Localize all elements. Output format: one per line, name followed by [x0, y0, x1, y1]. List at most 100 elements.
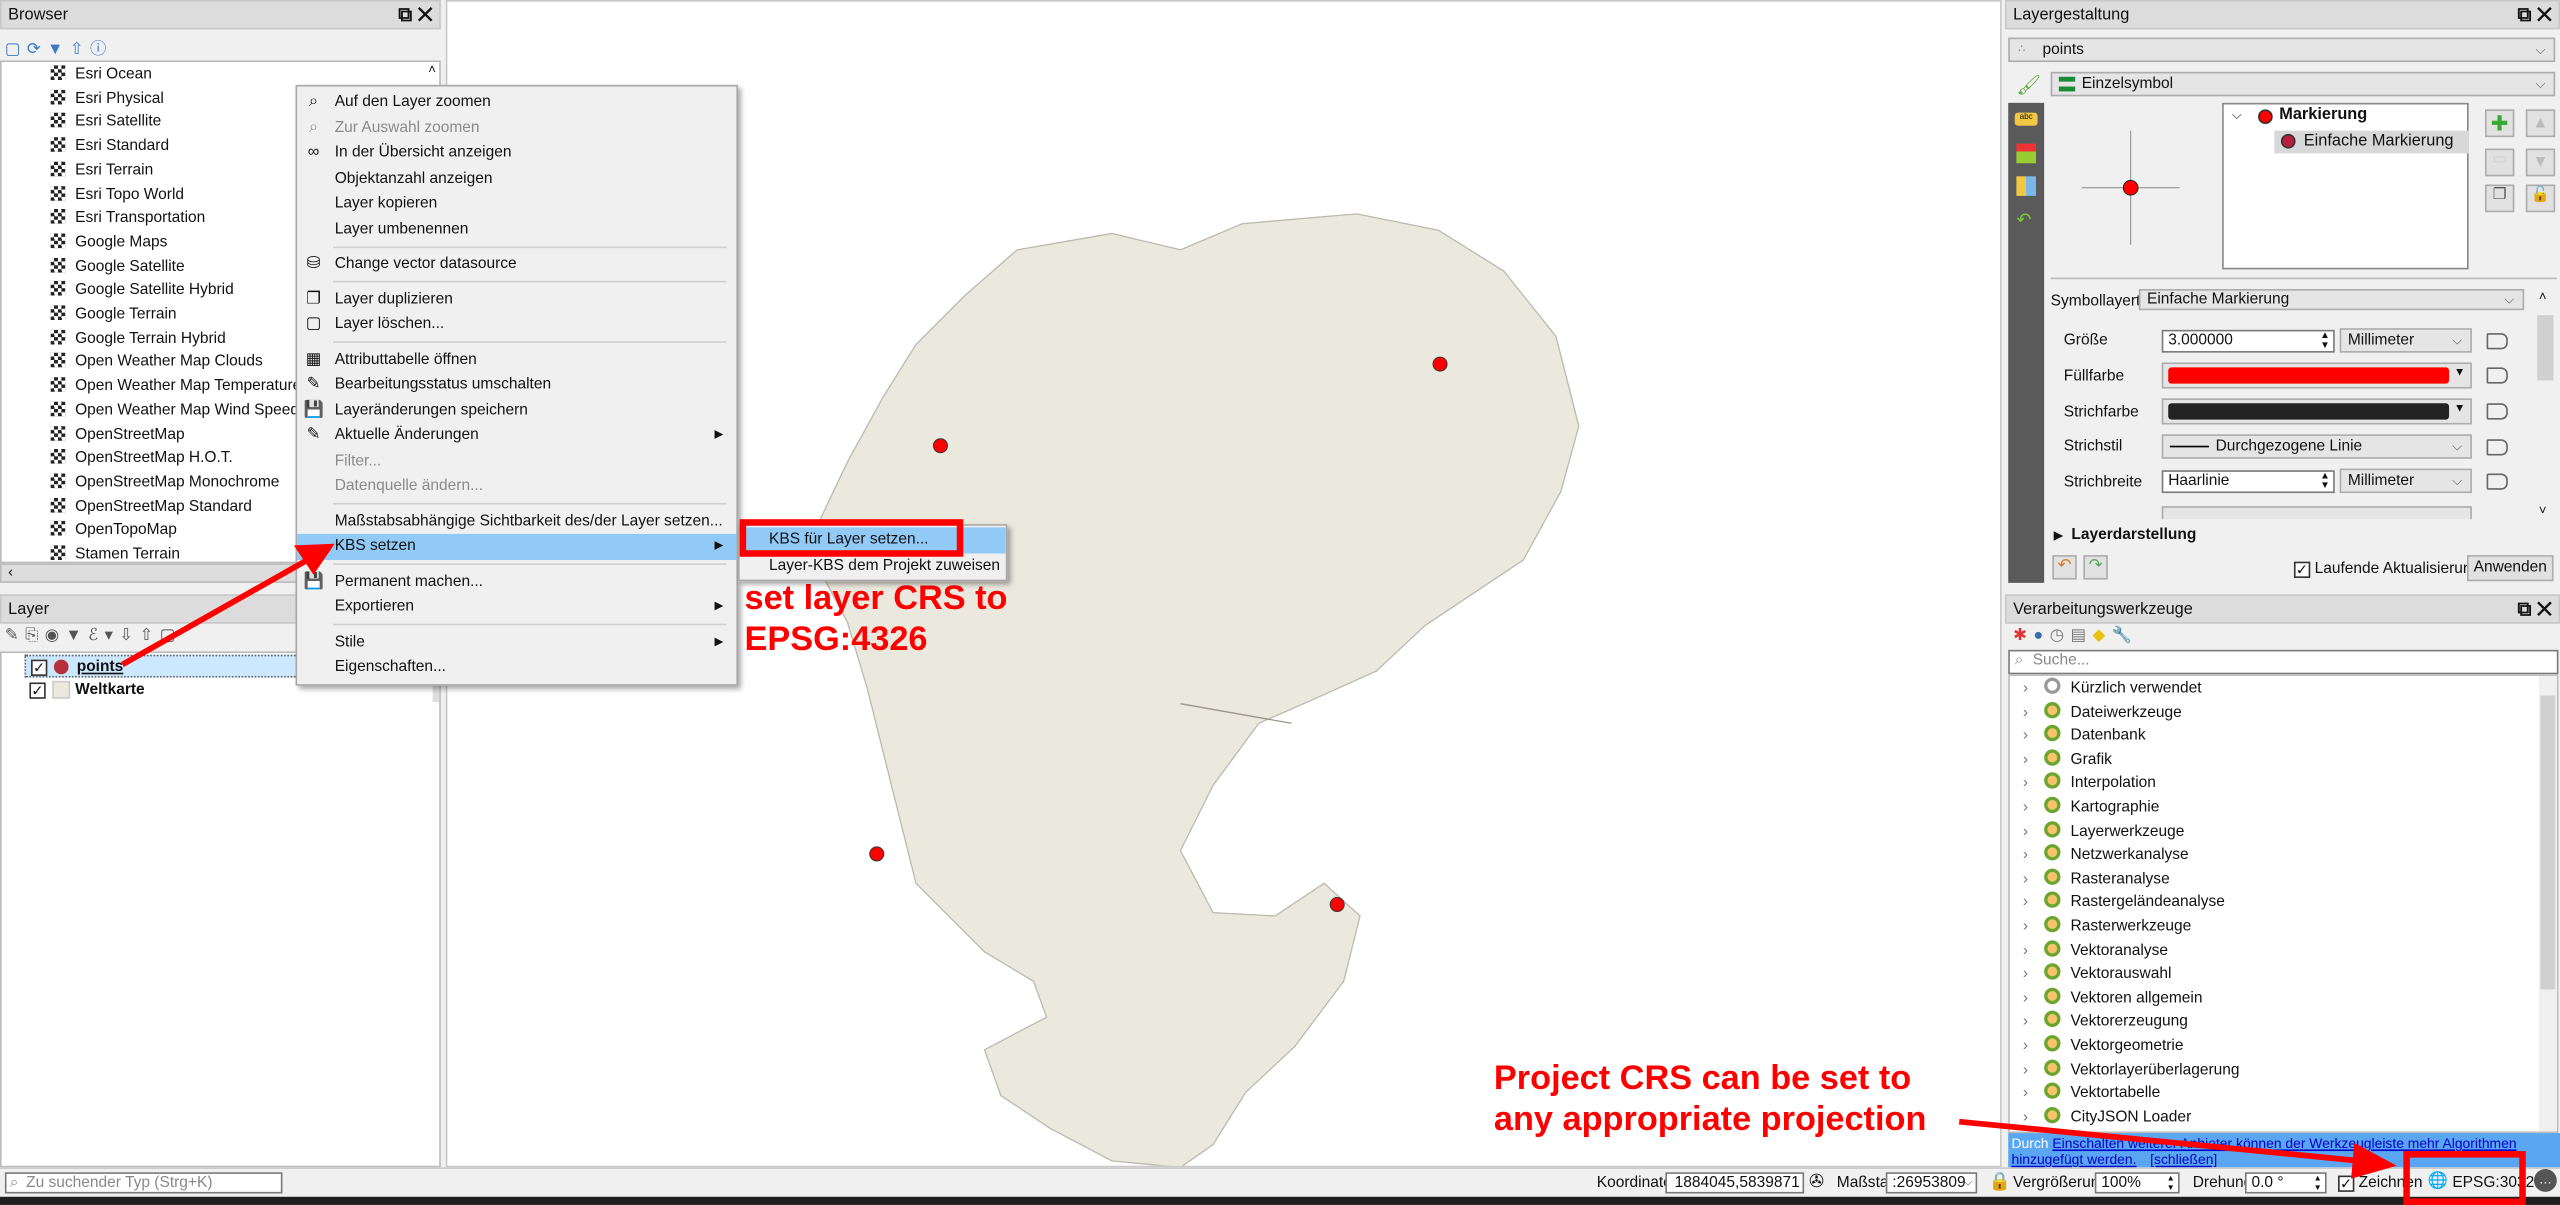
browser-item[interactable]: OpenStreetMap H.O.T. — [50, 448, 233, 471]
expand-chevron-icon[interactable]: › — [2023, 965, 2028, 983]
processing-provider[interactable]: › Rastergeländeanalyse — [2023, 892, 2225, 915]
layer-checkbox[interactable]: ✓ — [29, 681, 46, 699]
menu-item[interactable]: Exportieren ▶ — [297, 594, 736, 619]
expand-chevron-icon[interactable]: › — [2023, 989, 2028, 1007]
menu-item[interactable]: Layer kopieren — [297, 191, 736, 216]
processing-provider[interactable]: › Vektorauswahl — [2023, 963, 2171, 987]
processing-provider[interactable]: › Vektortabelle — [2023, 1082, 2160, 1106]
layer-checkbox[interactable]: ✓ — [31, 658, 48, 676]
size-input[interactable]: 3.000000 ▲ ▼ — [2161, 329, 2335, 353]
symbol-layer-tree[interactable]: ⌵ Markierung Einfache Markierung — [2222, 102, 2469, 270]
expand-chevron-icon[interactable]: › — [2023, 941, 2028, 959]
expand-chevron-icon[interactable]: › — [2023, 798, 2028, 816]
expand-chevron-icon[interactable]: › — [2023, 846, 2028, 864]
panel-float-close-icons[interactable]: ⧉ ✕ — [2518, 596, 2552, 624]
processing-provider[interactable]: › Grafik — [2023, 749, 2112, 772]
browser-item[interactable]: Open Weather Map Temperature — [50, 376, 301, 399]
processing-provider[interactable]: › Vektorgeometrie — [2023, 1035, 2184, 1058]
processing-search-input[interactable]: ⌕ Suche... — [2008, 649, 2559, 675]
menu-item[interactable]: ⛁ Change vector datasource — [297, 251, 736, 276]
processing-tree[interactable]: › Kürzlich verwendet › Dateiwerkzeuge › Daten… — [2008, 674, 2559, 1134]
layers-toolbar[interactable]: ✎⎘◉▼ℰ▾⇩⇧▢ — [5, 627, 182, 645]
styling-scrollbar[interactable]: ˄ ˅ — [2535, 288, 2556, 518]
stroke-width-input[interactable]: Haarlinie ▲ ▼ — [2161, 470, 2335, 494]
symbol-layer-type-combo[interactable]: Einfache Markierung ⌵ — [2138, 288, 2525, 311]
redo-button[interactable]: ↷ — [2083, 555, 2108, 580]
processing-provider[interactable]: › Vektoren allgemein — [2023, 987, 2202, 1010]
browser-item[interactable]: OpenTopoMap — [50, 520, 177, 543]
panel-float-close-icons[interactable]: ⧉ ✕ — [398, 2, 432, 30]
menu-item[interactable]: Filter... — [297, 448, 736, 473]
browser-item[interactable]: Stamen Terrain — [50, 544, 180, 562]
browser-item[interactable]: Esri Terrain — [50, 160, 153, 183]
panel-float-close-icons[interactable]: ⧉ ✕ — [2518, 2, 2552, 30]
move-down-button[interactable]: ▼ — [2525, 148, 2556, 177]
join-style-combo[interactable] — [2161, 506, 2472, 520]
data-defined-override-icon[interactable] — [2486, 333, 2508, 350]
labels-icon[interactable]: abc — [2014, 112, 2038, 126]
expand-chevron-icon[interactable]: › — [2023, 894, 2028, 912]
browser-item[interactable]: Google Satellite — [50, 256, 185, 279]
processing-provider[interactable]: › Datenbank — [2023, 725, 2146, 748]
browser-item[interactable]: Esri Satellite — [50, 112, 161, 135]
stroke-style-combo[interactable]: Durchgezogene Linie ⌵ — [2161, 434, 2472, 459]
menu-item[interactable]: ⌕ Auf den Layer zoomen — [297, 90, 736, 115]
browser-item[interactable]: Google Satellite Hybrid — [50, 280, 234, 303]
expand-chevron-icon[interactable]: › — [2023, 1013, 2028, 1031]
browser-item[interactable]: Esri Standard — [50, 136, 169, 159]
menu-item[interactable]: Maßstabsabhängige Sichtbarkeit des/der L… — [297, 509, 736, 534]
remove-symbol-layer-button[interactable]: ▭ — [2484, 148, 2515, 177]
menu-item[interactable]: ⌕ Zur Auswahl zoomen — [297, 115, 736, 140]
browser-item[interactable]: Open Weather Map Clouds — [50, 352, 263, 375]
menu-item[interactable]: Datenquelle ändern... — [297, 473, 736, 498]
processing-provider[interactable]: › Kürzlich verwendet — [2023, 677, 2202, 701]
browser-item[interactable]: Google Terrain Hybrid — [50, 328, 226, 351]
browser-item[interactable]: Esri Physical — [50, 88, 164, 111]
lock-color-button[interactable]: 🔓 — [2525, 184, 2556, 213]
layers-tree[interactable]: ✓ points ✓ Weltkarte — [0, 651, 441, 1168]
expand-chevron-icon[interactable]: › — [2023, 1084, 2028, 1102]
menu-item[interactable]: 💾 Permanent machen... — [297, 569, 736, 594]
browser-item[interactable]: Esri Ocean — [50, 64, 152, 87]
renderer-combo[interactable]: Einzelsymbol ⌵ — [2050, 71, 2556, 97]
data-defined-override-icon[interactable] — [2486, 367, 2508, 384]
browser-item[interactable]: OpenStreetMap — [50, 424, 185, 447]
menu-item[interactable]: Objektanzahl anzeigen — [297, 166, 736, 191]
expand-chevron-icon[interactable]: › — [2023, 703, 2028, 721]
menu-item[interactable]: 💾 Layeränderungen speichern — [297, 398, 736, 423]
menu-item[interactable]: ∞ In der Übersicht anzeigen — [297, 140, 736, 165]
menu-item[interactable]: Layer umbenennen — [297, 216, 736, 241]
processing-provider[interactable]: › Rasteranalyse — [2023, 868, 2170, 891]
processing-provider[interactable]: › Vektorlayerüberlagerung — [2023, 1058, 2240, 1082]
live-update-checkbox[interactable]: ✓ Laufende Aktualisierung — [2293, 560, 2480, 578]
menu-item[interactable]: Stile ▶ — [297, 629, 736, 654]
scale-combo[interactable]: :26953809 ⌵ — [1885, 1172, 1978, 1194]
processing-provider[interactable]: › Rasterwerkzeuge — [2023, 915, 2191, 939]
browser-item[interactable]: Google Terrain — [50, 304, 177, 327]
processing-provider[interactable]: › Layerwerkzeuge — [2023, 820, 2184, 844]
data-defined-override-icon[interactable] — [2486, 403, 2508, 420]
browser-item[interactable]: Esri Transportation — [50, 208, 206, 231]
processing-provider[interactable]: › Netzwerkanalyse — [2023, 844, 2189, 867]
fill-color-button[interactable]: ▼ — [2161, 362, 2472, 389]
point-feature[interactable] — [932, 438, 948, 454]
expand-chevron-icon[interactable]: › — [2023, 1037, 2028, 1055]
move-up-button[interactable]: ▲ — [2525, 109, 2556, 138]
messages-icon[interactable]: … — [2533, 1169, 2557, 1192]
menu-item[interactable]: ❐ Layer duplizieren — [297, 287, 736, 312]
processing-scrollbar[interactable] — [2538, 675, 2557, 1132]
point-feature[interactable] — [869, 846, 885, 862]
coordinate-input[interactable]: 1884045,5839871 — [1665, 1172, 1805, 1194]
browser-item[interactable]: OpenStreetMap Standard — [50, 496, 252, 519]
processing-provider[interactable]: › Vektorerzeugung — [2023, 1011, 2188, 1034]
stroke-color-button[interactable]: ▼ — [2161, 398, 2472, 425]
processing-provider[interactable]: › Kartographie — [2023, 796, 2159, 820]
add-symbol-layer-button[interactable]: ✚ — [2484, 109, 2515, 138]
lock-scale-icon[interactable]: 🔒 — [1989, 1171, 2011, 1192]
3d-view-icon[interactable] — [2016, 143, 2036, 164]
processing-provider[interactable]: › CityJSON Loader — [2023, 1106, 2191, 1130]
close-info-link[interactable]: [schließen] — [2150, 1151, 2217, 1167]
browser-item[interactable]: Esri Topo World — [50, 184, 184, 207]
data-defined-override-icon[interactable] — [2486, 473, 2508, 490]
expand-chevron-icon[interactable]: › — [2023, 679, 2028, 697]
